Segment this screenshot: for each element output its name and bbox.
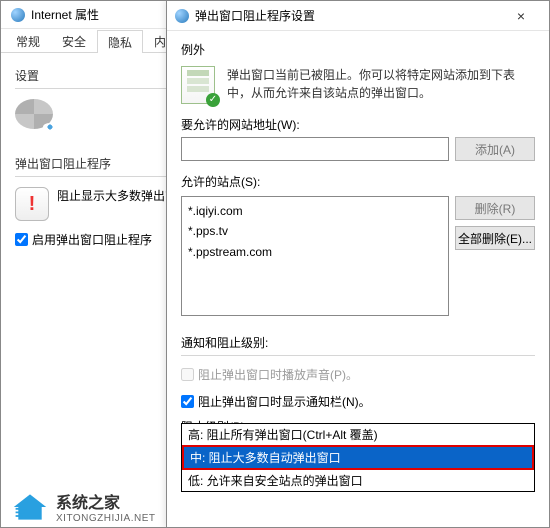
- tab-general[interactable]: 常规: [5, 29, 51, 52]
- list-item[interactable]: *.pps.tv: [188, 221, 442, 241]
- show-infobar-input[interactable]: [181, 395, 194, 408]
- allowed-sites-row: *.iqiyi.com *.pps.tv *.ppstream.com 删除(R…: [181, 192, 535, 316]
- exclamation-icon: !: [29, 193, 36, 216]
- play-sound-input: [181, 368, 194, 381]
- add-button[interactable]: 添加(A): [455, 137, 535, 161]
- divider: [181, 355, 535, 356]
- globe-icon: [11, 8, 25, 22]
- notify-title: 通知和阻止级别:: [181, 334, 535, 351]
- level-option-medium[interactable]: 中: 阻止大多数自动弹出窗口: [184, 447, 532, 468]
- allowed-sites-listbox[interactable]: *.iqiyi.com *.pps.tv *.ppstream.com: [181, 196, 449, 316]
- dialog-title: Internet 属性: [31, 1, 99, 29]
- sites-button-column: 删除(R) 全部删除(E)...: [455, 192, 535, 250]
- globe-icon: [175, 9, 189, 23]
- dialog-title: 弹出窗口阻止程序设置: [195, 7, 315, 24]
- enable-blocker-label: 启用弹出窗口阻止程序: [32, 231, 152, 248]
- watermark-line1: 系统之家: [56, 489, 156, 513]
- shield-icon: !: [15, 187, 49, 221]
- address-label: 要允许的网站地址(W):: [181, 116, 535, 133]
- house-icon: [12, 492, 48, 522]
- allowed-sites-column: *.iqiyi.com *.pps.tv *.ppstream.com: [181, 192, 449, 316]
- watermark: 系统之家 XITONGZHIJIA.NET: [12, 489, 156, 524]
- play-sound-checkbox: 阻止弹出窗口时播放声音(P)。: [181, 366, 535, 383]
- tab-privacy[interactable]: 隐私: [97, 30, 143, 53]
- delete-all-button[interactable]: 全部删除(E)...: [455, 226, 535, 250]
- exceptions-text: 弹出窗口当前已被阻止。你可以将特定网站添加到下表中，从而允许来自该站点的弹出窗口…: [227, 66, 535, 104]
- document-check-icon: ✓: [181, 66, 215, 104]
- show-infobar-checkbox[interactable]: 阻止弹出窗口时显示通知栏(N)。: [181, 393, 535, 410]
- delete-button[interactable]: 删除(R): [455, 196, 535, 220]
- watermark-text: 系统之家 XITONGZHIJIA.NET: [56, 489, 156, 524]
- block-level-dropdown[interactable]: 高: 阻止所有弹出窗口(Ctrl+Alt 覆盖) 中: 阻止大多数自动弹出窗口 …: [181, 423, 535, 492]
- check-icon: ✓: [206, 93, 220, 107]
- list-item[interactable]: *.iqiyi.com: [188, 201, 442, 221]
- dialog-body: 例外 ✓ 弹出窗口当前已被阻止。你可以将特定网站添加到下表中，从而允许来自该站点…: [167, 31, 549, 471]
- level-option-high[interactable]: 高: 阻止所有弹出窗口(Ctrl+Alt 覆盖): [182, 424, 534, 445]
- list-item[interactable]: *.ppstream.com: [188, 242, 442, 262]
- close-button[interactable]: ×: [501, 8, 541, 24]
- gear-icon: [15, 99, 53, 129]
- show-infobar-label: 阻止弹出窗口时显示通知栏(N)。: [198, 393, 371, 410]
- address-input[interactable]: [181, 137, 449, 161]
- enable-blocker-input[interactable]: [15, 233, 28, 246]
- level-option-low[interactable]: 低: 允许来自安全站点的弹出窗口: [182, 470, 534, 491]
- exceptions-row: ✓ 弹出窗口当前已被阻止。你可以将特定网站添加到下表中，从而允许来自该站点的弹出…: [181, 66, 535, 104]
- play-sound-label: 阻止弹出窗口时播放声音(P)。: [198, 366, 358, 383]
- highlight-box: 中: 阻止大多数自动弹出窗口: [182, 445, 534, 470]
- tab-security[interactable]: 安全: [51, 29, 97, 52]
- dialog-titlebar: 弹出窗口阻止程序设置 ×: [167, 1, 549, 31]
- allowed-sites-label: 允许的站点(S):: [181, 173, 535, 190]
- address-row: 添加(A): [181, 137, 535, 161]
- eye-icon: [43, 123, 57, 131]
- exceptions-title: 例外: [181, 41, 535, 58]
- popup-blocker-settings-dialog: 弹出窗口阻止程序设置 × 例外 ✓ 弹出窗口当前已被阻止。你可以将特定网站添加到…: [166, 0, 550, 528]
- watermark-line2: XITONGZHIJIA.NET: [56, 513, 156, 524]
